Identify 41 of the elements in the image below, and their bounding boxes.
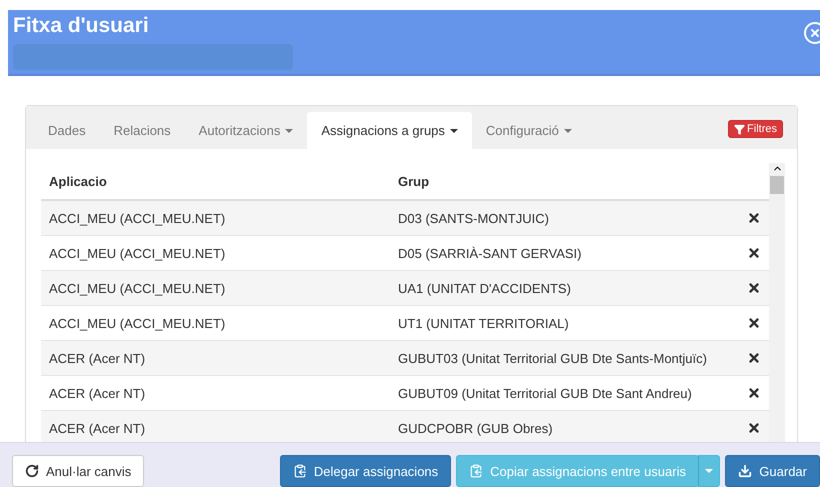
- refresh-icon: [25, 464, 39, 478]
- table-cell-text: GUDCPOBR (GUB Obres): [398, 420, 554, 436]
- filter-button[interactable]: Filtres: [728, 120, 783, 138]
- delete-icon[interactable]: [747, 281, 761, 296]
- tab[interactable]: Configuració: [472, 112, 586, 150]
- table-cell-text: ACCI_MEU (ACCI_MEU.NET): [49, 316, 226, 331]
- table-cell-text: UT1 (UNITAT TERRITORIAL): [398, 316, 570, 331]
- table-cell-text: D03 (SANTS-MONTJUIC): [398, 210, 550, 226]
- delete-icon[interactable]: [747, 386, 761, 400]
- scrollbar[interactable]: [769, 163, 785, 442]
- table-cell-text: GUBUT09 (Unitat Territorial GUB Dte Sant Andreu): [398, 386, 693, 401]
- tab[interactable]: Dades: [34, 112, 100, 150]
- column-header: Aplicacio: [49, 174, 108, 189]
- delete-icon[interactable]: [747, 351, 761, 366]
- cancel-button[interactable]: Anul·lar canvis: [12, 455, 144, 487]
- column-header: Grup: [398, 174, 430, 189]
- table-cell-text: ACCI_MEU (ACCI_MEU.NET): [49, 210, 226, 226]
- table-cell-text: GUBUT03 (Unitat Territorial GUB Dte Sants-Montjuïc): [398, 350, 708, 366]
- delegate-button[interactable]: Delegar assignacions: [280, 455, 452, 487]
- save-button[interactable]: Guardar: [725, 455, 820, 487]
- table-cell-text: ACER (Acer NT): [49, 420, 146, 436]
- table-cell-text: ACCI_MEU (ACCI_MEU.NET): [49, 280, 226, 296]
- delete-icon[interactable]: [747, 421, 761, 436]
- clipboard-icon: [469, 464, 484, 478]
- tab[interactable]: Autoritzacions: [184, 112, 308, 150]
- download-icon: [738, 464, 752, 478]
- clipboard-icon: [292, 464, 307, 478]
- delete-icon[interactable]: [747, 211, 761, 226]
- table-cell-text: ACER (Acer NT): [49, 386, 146, 401]
- table-cell-text: ACCI_MEU (ACCI_MEU.NET): [49, 246, 226, 261]
- delete-icon[interactable]: [747, 316, 761, 330]
- window-title: Fitxa d'usuari: [13, 14, 149, 38]
- delete-icon[interactable]: [747, 246, 761, 260]
- close-icon[interactable]: [804, 22, 820, 44]
- tab[interactable]: Relacions: [100, 112, 185, 150]
- filter-icon: [734, 124, 746, 135]
- table-cell-text: UA1 (UNITAT D'ACCIDENTS): [398, 280, 572, 296]
- table-cell-text: ACER (Acer NT): [49, 350, 146, 366]
- tab[interactable]: Assignacions a grups: [307, 112, 472, 150]
- table-cell-text: D05 (SARRIÀ-SANT GERVASI): [398, 246, 582, 261]
- scrollbar-thumb[interactable]: [770, 176, 784, 194]
